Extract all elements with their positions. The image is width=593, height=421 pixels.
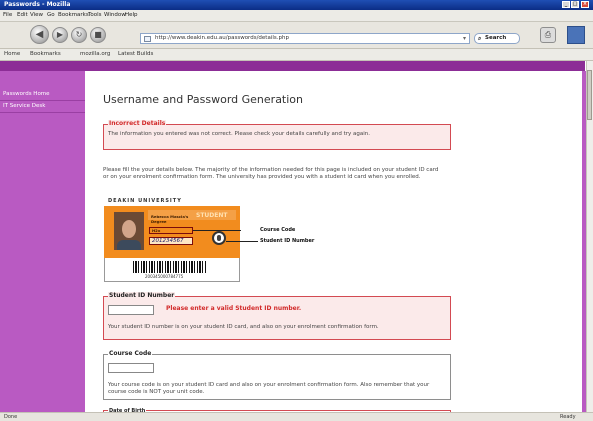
throbber-icon: [567, 26, 585, 44]
menu-bookmarks[interactable]: Bookmarks: [58, 12, 89, 18]
menu-file[interactable]: File: [3, 12, 12, 18]
minimize-button[interactable]: _: [562, 1, 570, 8]
card-signature: 201234567: [152, 238, 184, 244]
student-id-fieldset: Student ID Number Your student ID number…: [103, 292, 451, 340]
menu-view[interactable]: View: [30, 12, 43, 18]
status-right: Ready: [560, 414, 576, 420]
forward-button[interactable]: ▶: [52, 27, 68, 43]
back-button[interactable]: ◀: [30, 25, 49, 44]
close-button[interactable]: ×: [581, 1, 589, 8]
url-bar[interactable]: http://www.deakin.edu.au/passwords/detai…: [140, 33, 470, 44]
course-code-input[interactable]: [108, 363, 154, 373]
incorrect-details-text: The information you entered was not corr…: [108, 131, 371, 137]
student-id-error: Please enter a valid Student ID number.: [166, 305, 302, 312]
reload-button[interactable]: ↻: [71, 27, 87, 43]
page-favicon-icon: [144, 36, 151, 42]
page-title: Username and Password Generation: [103, 93, 304, 106]
page-header-stripe: [0, 61, 585, 71]
card-header: DEAKIN UNIVERSITY: [104, 196, 240, 206]
student-id-help: Your student ID number is on your studen…: [108, 324, 379, 330]
menu-tools[interactable]: Tools: [88, 12, 102, 18]
search-label: Search: [485, 35, 507, 41]
window-titlebar: Passwords - Mozilla _ □ ×: [0, 0, 593, 10]
print-icon: ⎙: [544, 30, 552, 39]
card-seal-icon: [212, 231, 226, 245]
callout-line-student-id: [226, 241, 258, 242]
status-left: Done: [4, 414, 18, 420]
window-title: Passwords - Mozilla: [4, 1, 71, 8]
card-student-label: STUDENT: [196, 212, 228, 219]
card-university: DEAKIN UNIVERSITY: [108, 198, 182, 204]
intro-text: Please fill the your details below. The …: [103, 167, 439, 180]
course-code-legend: Course Code: [108, 350, 153, 357]
url-text: http://www.deakin.edu.au/passwords/detai…: [155, 35, 289, 41]
search-icon: ⌕: [478, 35, 482, 42]
menu-help[interactable]: Help: [125, 12, 138, 18]
student-id-legend: Student ID Number: [108, 292, 176, 299]
back-arrow-icon: ◀: [35, 29, 44, 40]
menu-bar: File Edit View Go Bookmarks Tools Window…: [0, 10, 593, 22]
barcode-icon: [133, 261, 207, 273]
reload-icon: ↻: [75, 30, 83, 39]
course-code-fieldset: Course Code Your course code is on your …: [103, 350, 451, 400]
bookmark-bookmarks[interactable]: Bookmarks: [30, 51, 61, 57]
menu-edit[interactable]: Edit: [17, 12, 28, 18]
course-code-help: Your course code is on your student ID c…: [108, 382, 430, 395]
sidebar-item-label: Passwords Home: [3, 91, 50, 97]
status-bar: Done Ready: [0, 412, 593, 421]
sidebar: Passwords Home IT Service Desk: [0, 71, 85, 412]
maximize-button[interactable]: □: [571, 1, 579, 8]
stop-button[interactable]: ■: [90, 27, 106, 43]
card-course-code: H2x: [152, 228, 161, 233]
card-name-line2: Degree: [151, 219, 167, 224]
callout-line-course: [193, 230, 241, 231]
bookmark-home[interactable]: Home: [4, 51, 20, 57]
bookmark-latest-builds[interactable]: Latest Builds: [118, 51, 153, 57]
barcode-number: 200345000784775: [145, 274, 184, 279]
sidebar-item-label: IT Service Desk: [3, 103, 46, 109]
sidebar-item-it-service-desk[interactable]: IT Service Desk: [0, 101, 85, 113]
bookmarks-toolbar: Home Bookmarks mozilla.org Latest Builds: [0, 49, 593, 61]
callout-student-id: Student ID Number: [260, 238, 315, 244]
menu-go[interactable]: Go: [47, 12, 55, 18]
stop-icon: ■: [94, 30, 102, 39]
bookmark-mozilla[interactable]: mozilla.org: [80, 51, 110, 57]
dropdown-arrow-icon[interactable]: ▾: [463, 35, 466, 42]
search-button[interactable]: ⌕ Search: [474, 33, 520, 44]
print-button[interactable]: ⎙: [540, 27, 556, 43]
card-photo: [114, 212, 144, 250]
incorrect-details-box: Incorrect Details The information you en…: [103, 120, 451, 150]
student-id-input[interactable]: [108, 305, 154, 315]
sidebar-item-passwords-home[interactable]: Passwords Home: [0, 89, 85, 101]
incorrect-details-legend: Incorrect Details: [108, 120, 167, 127]
scrollbar-thumb[interactable]: [587, 70, 592, 120]
forward-arrow-icon: ▶: [56, 30, 64, 39]
menu-window[interactable]: Window: [104, 12, 126, 18]
callout-course-code: Course Code: [260, 227, 296, 233]
